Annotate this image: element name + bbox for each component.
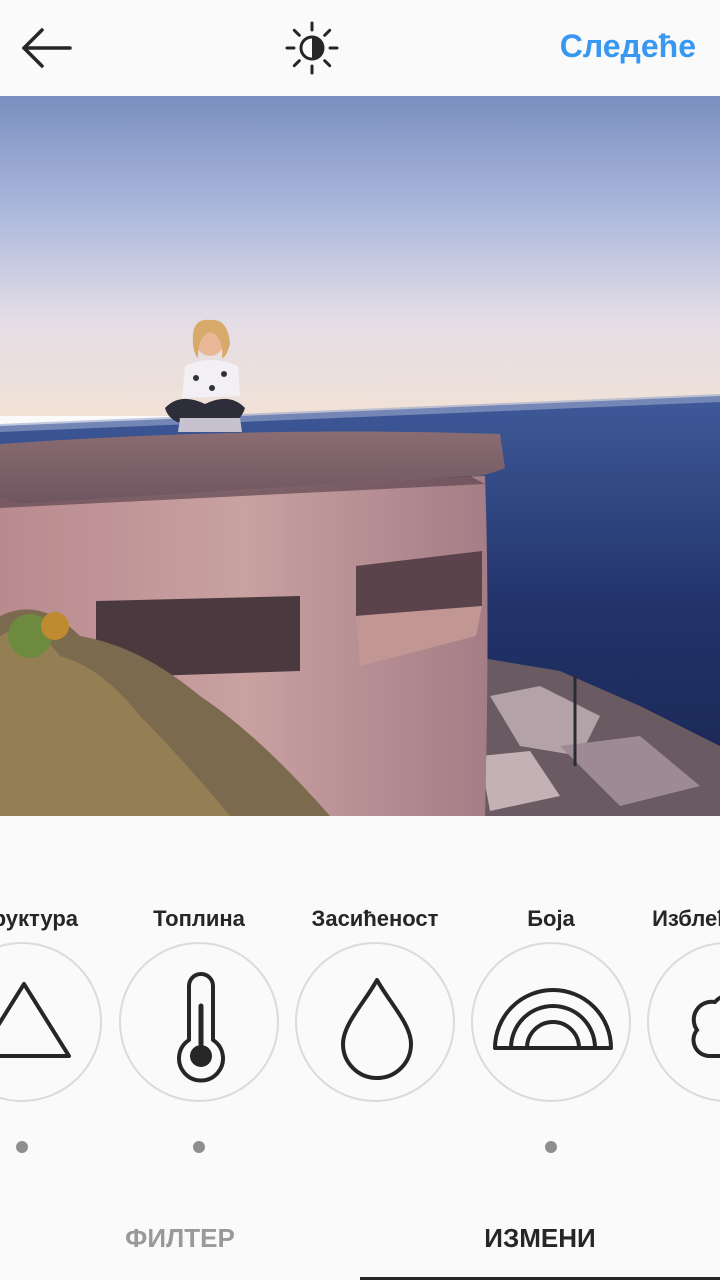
tool-warmth[interactable]: Топлина <box>117 816 281 1176</box>
drop-icon <box>341 978 413 1080</box>
rainbow-icon <box>493 988 613 1050</box>
arrow-left-icon <box>22 28 72 68</box>
tool-saturation[interactable]: Засићеност <box>293 816 457 1176</box>
sun-contrast-icon <box>285 21 339 75</box>
tool-structure[interactable]: Структура <box>0 816 104 1176</box>
tab-filter[interactable]: ФИЛТЕР <box>0 1196 360 1280</box>
tool-button[interactable] <box>295 942 455 1102</box>
thermometer-icon <box>177 972 225 1083</box>
tool-color[interactable]: Боја <box>469 816 633 1176</box>
adjusted-indicator-dot <box>545 1141 557 1153</box>
lux-button[interactable] <box>284 20 340 76</box>
photo-editor-screen: Следеће уктура Топлина Засићеност Боја И… <box>0 0 720 1280</box>
tab-edit[interactable]: ИЗМЕНИ <box>360 1196 720 1280</box>
tool-button[interactable] <box>119 942 279 1102</box>
fade-cloud-icon <box>691 995 720 1058</box>
adjusted-indicator-dot <box>193 1141 205 1153</box>
top-bar: Следеће <box>0 0 720 96</box>
tool-button[interactable] <box>647 942 720 1102</box>
adjust-tools-row: Структура Топлина Засићеност <box>0 816 720 1196</box>
triangle-icon <box>0 982 71 1058</box>
back-button[interactable] <box>14 22 78 74</box>
tool-button[interactable] <box>0 942 102 1102</box>
next-button[interactable]: Следеће <box>560 28 696 65</box>
photo-preview <box>0 96 720 816</box>
tool-button[interactable] <box>471 942 631 1102</box>
adjusted-indicator-dot <box>16 1141 28 1153</box>
tool-label: Изблеђивање <box>652 906 720 931</box>
tool-fade[interactable]: Изблеђивање <box>645 816 720 1176</box>
bottom-tabs: ФИЛТЕР ИЗМЕНИ <box>0 1196 720 1280</box>
